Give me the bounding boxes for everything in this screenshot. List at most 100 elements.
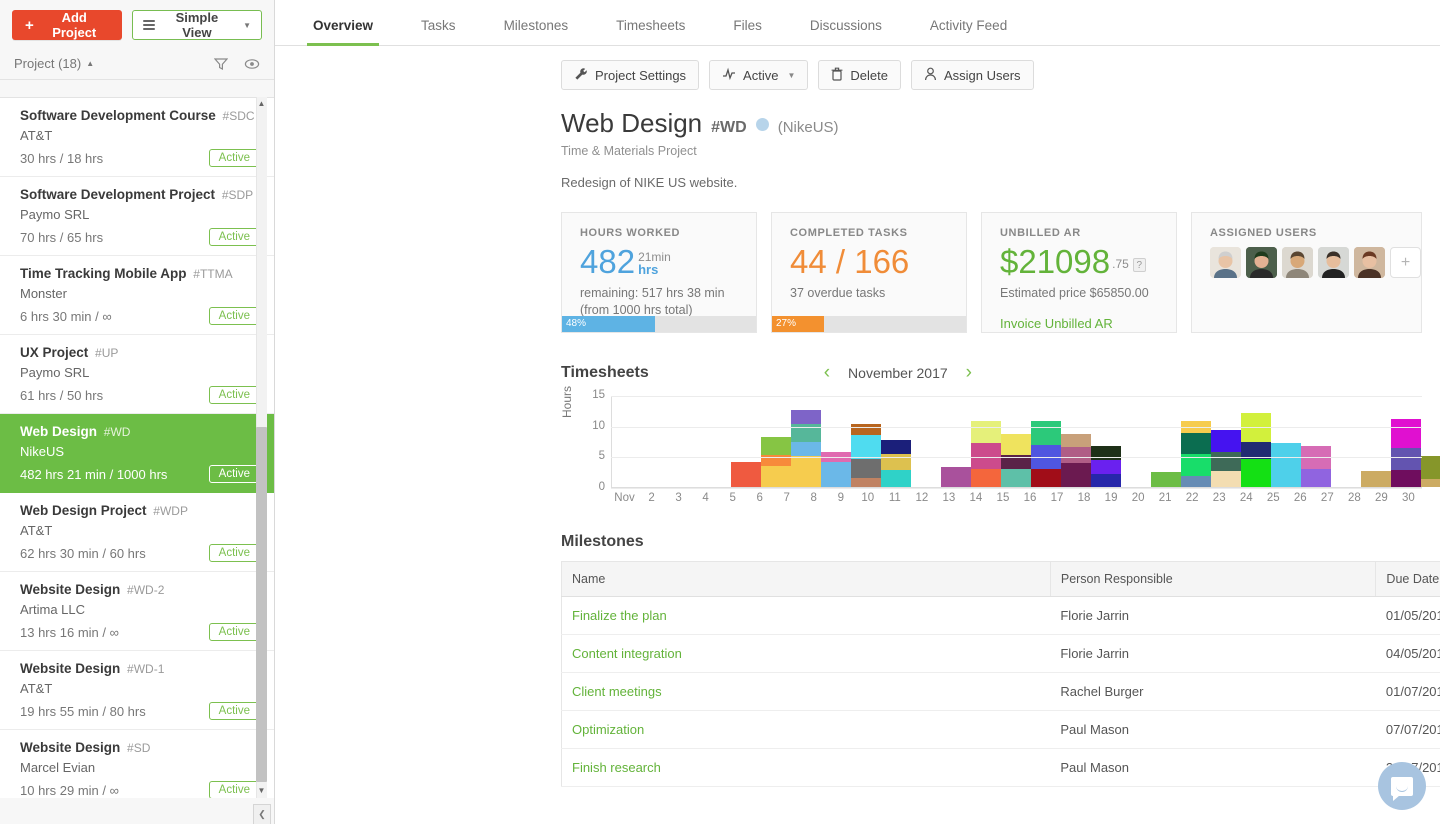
active-button[interactable]: Active▼ (709, 60, 808, 90)
chart-bar-segment[interactable] (791, 410, 821, 424)
delete-button[interactable]: Delete (818, 60, 901, 90)
chart-bar[interactable] (791, 410, 821, 487)
invoice-unbilled-ar-link[interactable]: Invoice Unbilled AR (1000, 316, 1113, 331)
milestone-link[interactable]: Finish research (572, 760, 661, 775)
chart-bar-segment[interactable] (761, 466, 791, 487)
chart-bar-segment[interactable] (1391, 448, 1421, 470)
tab-bar[interactable]: OverviewTasksMilestonesTimesheetsFilesDi… (275, 0, 1440, 46)
project-list-item[interactable]: Website Design #SDMarcel Evian10 hrs 29 … (0, 730, 274, 798)
chart-bar-segment[interactable] (941, 467, 971, 487)
tab-discussions[interactable]: Discussions (786, 18, 906, 45)
avatar[interactable] (1246, 247, 1277, 278)
chart-bar-segment[interactable] (1241, 459, 1271, 487)
sidebar-scrollbar[interactable]: ▲ ▼ (254, 97, 268, 798)
chart-bar[interactable] (1061, 434, 1091, 487)
project-list-item[interactable]: Software Development Course #SDCAT&T30 h… (0, 98, 274, 177)
view-mode-dropdown[interactable]: Simple View ▼ (132, 10, 262, 40)
chart-bar[interactable] (761, 437, 791, 487)
chart-bar[interactable] (971, 421, 1001, 487)
project-list-item[interactable]: Website Design #WD-1AT&T19 hrs 55 min / … (0, 651, 274, 730)
chart-bar-segment[interactable] (851, 435, 881, 459)
chart-bar-segment[interactable] (1361, 471, 1391, 487)
chart-bar-segment[interactable] (1061, 447, 1091, 463)
chart-bar-segment[interactable] (971, 443, 1001, 468)
tab-tasks[interactable]: Tasks (397, 18, 480, 45)
avatar[interactable] (1318, 247, 1349, 278)
filter-icon[interactable] (214, 57, 228, 71)
chart-bar[interactable] (851, 424, 881, 487)
column-header[interactable]: Name (562, 562, 1051, 597)
project-count-toggle[interactable]: Project (18) ▲ (14, 56, 94, 71)
chart-bar-segment[interactable] (1091, 474, 1121, 487)
project-list-item[interactable]: Software Development Project #SDPPaymo S… (0, 177, 274, 256)
project-toolbar[interactable]: Project SettingsActive▼DeleteAssign User… (275, 46, 1440, 90)
chart-bar-segment[interactable] (761, 437, 791, 455)
project-list-item[interactable]: Web Design Project #WDPAT&T62 hrs 30 min… (0, 493, 274, 572)
chart-bar[interactable] (1211, 430, 1241, 487)
chart-bar-segment[interactable] (1001, 469, 1031, 487)
chart-bar-segment[interactable] (1181, 476, 1211, 487)
chart-bar[interactable] (881, 440, 911, 487)
chart-bar-segment[interactable] (1061, 434, 1091, 447)
avatar[interactable] (1354, 247, 1385, 278)
chart-bar[interactable] (1151, 472, 1181, 487)
chart-bar-segment[interactable] (851, 459, 881, 479)
scroll-down-arrow[interactable]: ▼ (256, 784, 267, 798)
chart-bar-segment[interactable] (851, 478, 881, 487)
chart-bar-segment[interactable] (1301, 469, 1331, 487)
column-header[interactable]: Person Responsible (1050, 562, 1376, 597)
next-month-button[interactable]: › (966, 363, 972, 382)
chart-bar[interactable] (1391, 419, 1421, 487)
add-user-button[interactable]: + (1390, 247, 1421, 278)
avatar-list[interactable]: + (1192, 239, 1421, 278)
chart-bar-segment[interactable] (1031, 469, 1061, 487)
eye-icon[interactable] (244, 57, 260, 71)
chart-bar-segment[interactable] (1031, 421, 1061, 445)
chart-bar-segment[interactable] (791, 442, 821, 456)
chart-bar[interactable] (1001, 434, 1031, 487)
chat-bubble-icon[interactable] (1378, 762, 1426, 810)
prev-month-button[interactable]: ‹ (824, 363, 830, 382)
tab-files[interactable]: Files (709, 18, 786, 45)
chart-bar[interactable] (731, 462, 761, 487)
chart-bar-segment[interactable] (881, 470, 911, 487)
sidebar-collapse-button[interactable]: ❮ (253, 804, 271, 824)
column-header[interactable]: Due Date (1376, 562, 1440, 597)
add-project-button[interactable]: + Add Project (12, 10, 122, 40)
table-row[interactable]: Content integrationFlorie Jarrin04/05/20… (562, 635, 1440, 673)
chart-bar[interactable] (1031, 421, 1061, 487)
project-settings-button[interactable]: Project Settings (561, 60, 699, 90)
tab-milestones[interactable]: Milestones (480, 18, 593, 45)
chart-bar-segment[interactable] (1211, 430, 1241, 452)
tab-timesheets[interactable]: Timesheets (592, 18, 709, 45)
chart-bar[interactable] (1301, 446, 1331, 487)
chart-bar-segment[interactable] (1151, 472, 1181, 487)
chart-bar-segment[interactable] (1391, 419, 1421, 448)
project-list-item[interactable]: Time Tracking Mobile App #TTMAMonster6 h… (0, 256, 274, 335)
milestone-link[interactable]: Finalize the plan (572, 608, 667, 623)
chart-bar-segment[interactable] (971, 421, 1001, 443)
chart-bar[interactable] (1181, 421, 1211, 487)
milestone-link[interactable]: Content integration (572, 646, 682, 661)
chart-bar-segment[interactable] (821, 462, 851, 487)
chart-bar-segment[interactable] (1421, 456, 1440, 479)
chart-bar-segment[interactable] (731, 462, 761, 487)
project-list-item[interactable]: Website Design #WD-2Artima LLC13 hrs 16 … (0, 572, 274, 651)
chart-bar-segment[interactable] (1241, 442, 1271, 459)
milestone-link[interactable]: Optimization (572, 722, 644, 737)
tab-overview[interactable]: Overview (289, 18, 397, 45)
chart-bar-segment[interactable] (881, 440, 911, 454)
table-row[interactable]: Finalize the planFlorie Jarrin01/05/2016… (562, 597, 1440, 635)
chart-bar-segment[interactable] (1091, 460, 1121, 474)
chart-bar-segment[interactable] (1271, 443, 1301, 487)
chart-bar-segment[interactable] (1001, 434, 1031, 454)
chart-bar[interactable] (1271, 443, 1301, 487)
table-row[interactable]: Finish researchPaul Mason21/07/2016546 d… (562, 749, 1440, 787)
chart-bar-segment[interactable] (1391, 470, 1421, 487)
chart-bar[interactable] (1241, 413, 1271, 487)
help-icon[interactable]: ? (1133, 258, 1146, 272)
avatar[interactable] (1210, 247, 1241, 278)
project-list-item[interactable]: Web Design #WDNikeUS482 hrs 21 min / 100… (0, 414, 274, 493)
tab-activity-feed[interactable]: Activity Feed (906, 18, 1031, 45)
chart-bar[interactable] (1361, 471, 1391, 487)
